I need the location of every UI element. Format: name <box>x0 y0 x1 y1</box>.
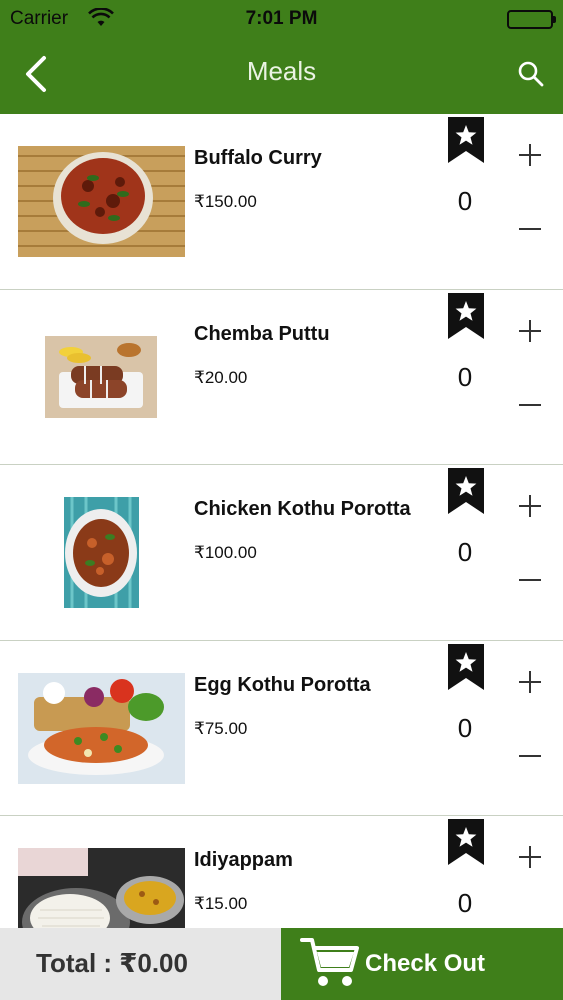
quantity-value: 0 <box>457 888 473 918</box>
nav-bar: Meals <box>0 38 563 114</box>
total-panel: Total : ₹0.00 <box>0 928 281 1000</box>
meal-row[interactable]: Chicken Kothu Porotta ₹100.00 0 <box>0 465 563 641</box>
meal-price: ₹20.00 <box>194 367 248 387</box>
meal-name: Buffalo Curry <box>194 147 322 169</box>
meal-name: Idiyappam <box>194 849 293 871</box>
minus-icon[interactable] <box>515 390 545 420</box>
meal-row[interactable]: Buffalo Curry ₹150.00 0 <box>0 114 563 290</box>
bookmark-star-icon[interactable] <box>448 468 484 514</box>
plus-icon[interactable] <box>515 316 545 346</box>
minus-icon[interactable] <box>515 565 545 595</box>
meal-name: Egg Kothu Porotta <box>194 673 371 696</box>
shopping-cart-icon <box>299 934 361 990</box>
meal-row[interactable]: Idiyappam ₹15.00 0 <box>0 816 563 928</box>
meal-name: Chemba Puttu <box>194 322 330 345</box>
bookmark-star-icon[interactable] <box>448 117 484 163</box>
meal-image <box>64 497 139 608</box>
meal-image <box>18 146 185 257</box>
minus-icon[interactable] <box>515 916 545 928</box>
plus-icon[interactable] <box>515 140 545 170</box>
bookmark-star-icon[interactable] <box>448 643 484 690</box>
minus-icon[interactable] <box>515 741 545 771</box>
search-icon[interactable] <box>515 58 547 90</box>
page-title: Meals <box>246 56 317 86</box>
total-amount: Total : ₹0.00 <box>36 948 188 978</box>
meal-price: ₹15.00 <box>194 894 248 913</box>
minus-icon[interactable] <box>515 214 545 244</box>
meal-name: Chicken Kothu Porotta <box>194 498 411 520</box>
checkout-label: Check Out <box>365 950 486 977</box>
quantity-value: 0 <box>457 186 473 216</box>
clock: 7:01 PM <box>245 8 318 29</box>
meal-price: ₹100.00 <box>194 543 257 562</box>
meal-price: ₹75.00 <box>194 718 248 738</box>
battery-icon <box>507 10 556 29</box>
meal-image <box>45 335 157 418</box>
meal-image <box>18 672 185 784</box>
cart-footer: Total : ₹0.00 Check Out <box>0 928 563 1000</box>
quantity-value: 0 <box>457 361 473 392</box>
quantity-value: 0 <box>457 537 473 567</box>
plus-icon[interactable] <box>515 667 545 697</box>
meal-row[interactable]: Egg Kothu Porotta ₹75.00 0 <box>0 640 563 816</box>
meal-row[interactable]: Chemba Puttu ₹20.00 0 <box>0 289 563 465</box>
quantity-value: 0 <box>457 712 473 743</box>
meal-list[interactable]: Buffalo Curry ₹150.00 0 Chemba Puttu ₹20… <box>0 114 563 928</box>
plus-icon[interactable] <box>515 842 545 872</box>
checkout-button[interactable]: Check Out <box>281 928 563 1000</box>
bookmark-star-icon[interactable] <box>448 292 484 339</box>
status-bar: Carrier 7:01 PM <box>0 0 563 38</box>
meal-price: ₹150.00 <box>194 192 257 211</box>
plus-icon[interactable] <box>515 491 545 521</box>
meal-image <box>18 848 185 928</box>
bookmark-star-icon[interactable] <box>448 819 484 865</box>
